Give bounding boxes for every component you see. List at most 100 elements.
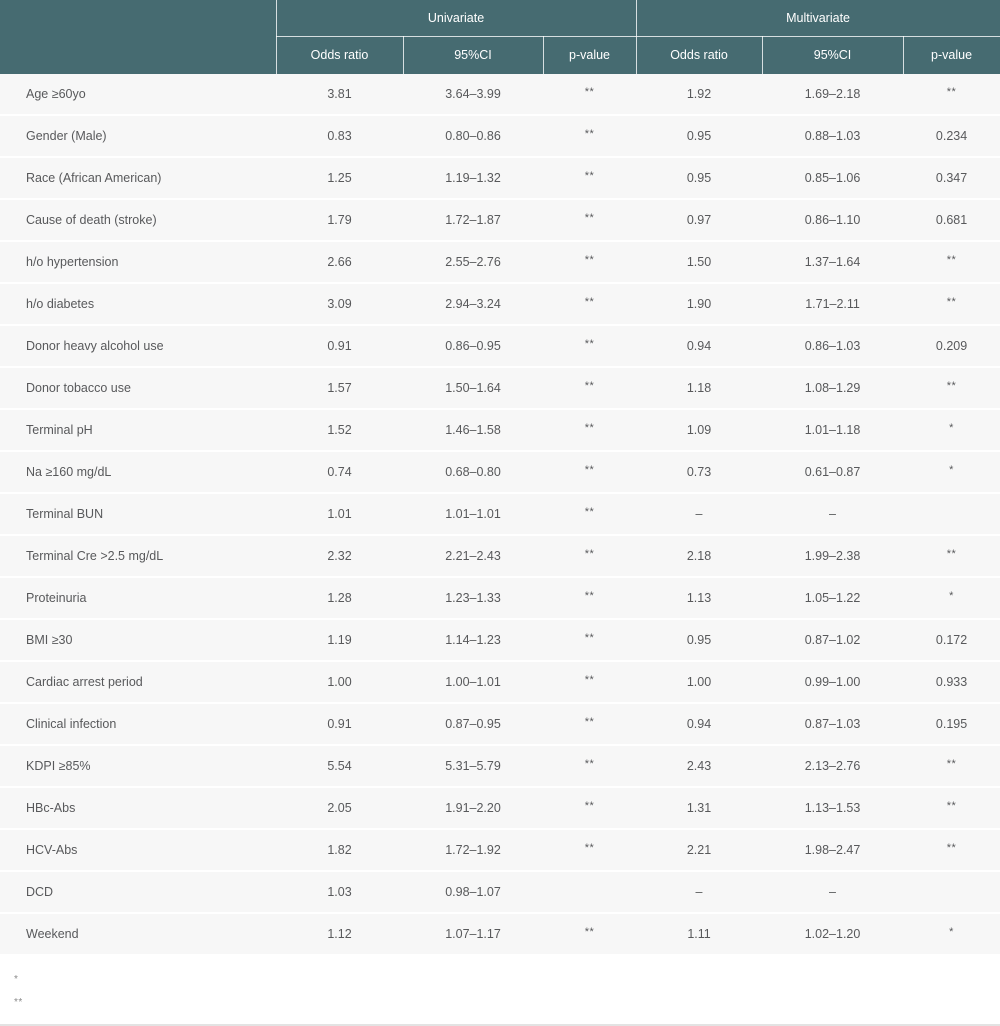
header-col-multivariate-odds-ratio: Odds ratio [636, 36, 763, 74]
table-row: Cardiac arrest period 1.00 1.00–1.01 ** 1.00… [0, 661, 1000, 704]
cell-row-label: DCD [0, 871, 276, 914]
cell-multivariate-p-value: * [903, 913, 1000, 956]
table-row: Gender (Male) 0.83 0.80–0.86 ** 0.95 0.88–1.0… [0, 115, 1000, 158]
cell-row-label: Cause of death (stroke) [0, 199, 276, 242]
cell-multivariate-p-value: ** [903, 283, 1000, 326]
cell-multivariate-odds-ratio: 1.11 [636, 913, 763, 956]
cell-univariate-ci: 1.19–1.32 [403, 157, 543, 200]
header-col-multivariate-ci: 95%CI [762, 36, 904, 74]
cell-multivariate-ci: – [762, 871, 904, 914]
cell-row-label: KDPI ≥85% [0, 745, 276, 788]
cell-multivariate-ci: 0.99–1.00 [762, 661, 904, 704]
significance-marker: * [949, 422, 954, 434]
significance-marker: ** [584, 758, 595, 770]
cell-row-label: HCV-Abs [0, 829, 276, 872]
cell-univariate-p-value: ** [543, 661, 637, 704]
table-row: BMI ≥30 1.19 1.14–1.23 ** 0.95 0.87–1.02 0.172 [0, 619, 1000, 662]
cell-row-label: Donor heavy alcohol use [0, 325, 276, 368]
cell-univariate-p-value: ** [543, 787, 637, 830]
significance-marker: ** [584, 422, 595, 434]
cell-multivariate-ci: 1.69–2.18 [762, 74, 904, 116]
cell-univariate-ci: 2.94–3.24 [403, 283, 543, 326]
table-row: Na ≥160 mg/dL 0.74 0.68–0.80 ** 0.73 0.61–0.8… [0, 451, 1000, 494]
significance-marker: ** [584, 128, 595, 140]
significance-marker: * [949, 926, 954, 938]
cell-univariate-p-value: ** [543, 745, 637, 788]
cell-univariate-ci: 3.64–3.99 [403, 74, 543, 116]
cell-univariate-odds-ratio: 1.19 [276, 619, 403, 662]
table-row: HCV-Abs 1.82 1.72–1.92 ** 2.21 1.98–2.47 ** [0, 829, 1000, 872]
cell-multivariate-ci: 1.99–2.38 [762, 535, 904, 578]
significance-marker: ** [584, 800, 595, 812]
significance-marker: ** [946, 296, 957, 308]
cell-multivariate-odds-ratio: 0.94 [636, 325, 763, 368]
cell-multivariate-p-value [903, 493, 1000, 536]
cell-univariate-odds-ratio: 2.66 [276, 241, 403, 284]
table-row: KDPI ≥85% 5.54 5.31–5.79 ** 2.43 2.13–2.76 ** [0, 745, 1000, 788]
cell-univariate-ci: 5.31–5.79 [403, 745, 543, 788]
cell-multivariate-p-value [903, 871, 1000, 914]
table-body: Age ≥60yo 3.81 3.64–3.99 ** 1.92 1.69–2.18 ** G… [0, 74, 1000, 956]
cell-row-label: Clinical infection [0, 703, 276, 746]
table-footnotes: * ** [0, 956, 1000, 1026]
cell-univariate-ci: 0.80–0.86 [403, 115, 543, 158]
cell-univariate-p-value: ** [543, 199, 637, 242]
cell-multivariate-ci: 1.05–1.22 [762, 577, 904, 620]
significance-marker: ** [946, 842, 957, 854]
cell-multivariate-odds-ratio: 1.09 [636, 409, 763, 452]
significance-marker: ** [584, 464, 595, 476]
cell-univariate-odds-ratio: 1.28 [276, 577, 403, 620]
cell-row-label: BMI ≥30 [0, 619, 276, 662]
significance-marker: ** [946, 86, 957, 98]
cell-row-label: Terminal pH [0, 409, 276, 452]
cell-univariate-odds-ratio: 0.83 [276, 115, 403, 158]
cell-univariate-ci: 0.98–1.07 [403, 871, 543, 914]
header-group-row: Univariate Multivariate [0, 0, 1000, 74]
significance-marker: ** [584, 212, 595, 224]
cell-univariate-ci: 1.50–1.64 [403, 367, 543, 410]
cell-row-label: Gender (Male) [0, 115, 276, 158]
cell-univariate-ci: 1.00–1.01 [403, 661, 543, 704]
cell-multivariate-p-value: * [903, 409, 1000, 452]
table-row: Race (African American) 1.25 1.19–1.32 ** 0.… [0, 157, 1000, 200]
cell-univariate-ci: 1.91–2.20 [403, 787, 543, 830]
cell-multivariate-odds-ratio: 1.90 [636, 283, 763, 326]
significance-marker: ** [946, 548, 957, 560]
cell-univariate-ci: 1.23–1.33 [403, 577, 543, 620]
cell-univariate-odds-ratio: 1.52 [276, 409, 403, 452]
cell-multivariate-odds-ratio: 1.50 [636, 241, 763, 284]
table-row: h/o hypertension 2.66 2.55–2.76 ** 1.50 1.37–… [0, 241, 1000, 284]
cell-univariate-p-value: ** [543, 493, 637, 536]
table-row: Weekend 1.12 1.07–1.17 ** 1.11 1.02–1.20 * [0, 913, 1000, 956]
not-applicable-dash: – [695, 885, 703, 899]
footnote-item: ** [14, 997, 23, 1008]
cell-multivariate-p-value: ** [903, 829, 1000, 872]
cell-univariate-p-value: ** [543, 325, 637, 368]
cell-row-label: h/o hypertension [0, 241, 276, 284]
cell-multivariate-odds-ratio: – [636, 493, 763, 536]
table-row: Donor heavy alcohol use 0.91 0.86–0.95 ** 0.… [0, 325, 1000, 368]
significance-marker: ** [584, 338, 595, 350]
cell-univariate-ci: 0.68–0.80 [403, 451, 543, 494]
table-row: Age ≥60yo 3.81 3.64–3.99 ** 1.92 1.69–2.18 ** [0, 74, 1000, 116]
cell-univariate-ci: 1.01–1.01 [403, 493, 543, 536]
cell-multivariate-p-value: ** [903, 367, 1000, 410]
significance-marker: ** [584, 632, 595, 644]
significance-marker: ** [584, 170, 595, 182]
cell-univariate-odds-ratio: 0.91 [276, 703, 403, 746]
header-group-univariate: Univariate [276, 0, 637, 36]
significance-marker: ** [584, 254, 595, 266]
significance-marker: ** [584, 590, 595, 602]
header-col-univariate-odds-ratio: Odds ratio [276, 36, 403, 74]
cell-multivariate-p-value: ** [903, 535, 1000, 578]
cell-univariate-odds-ratio: 1.03 [276, 871, 403, 914]
cell-multivariate-ci: 1.71–2.11 [762, 283, 904, 326]
cell-multivariate-odds-ratio: 2.43 [636, 745, 763, 788]
cell-multivariate-p-value: ** [903, 745, 1000, 788]
cell-multivariate-odds-ratio: 2.18 [636, 535, 763, 578]
cell-row-label: Donor tobacco use [0, 367, 276, 410]
header-col-univariate-p-value: p-value [543, 36, 637, 74]
cell-multivariate-ci: 1.98–2.47 [762, 829, 904, 872]
cell-univariate-odds-ratio: 5.54 [276, 745, 403, 788]
cell-multivariate-ci: 0.87–1.03 [762, 703, 904, 746]
